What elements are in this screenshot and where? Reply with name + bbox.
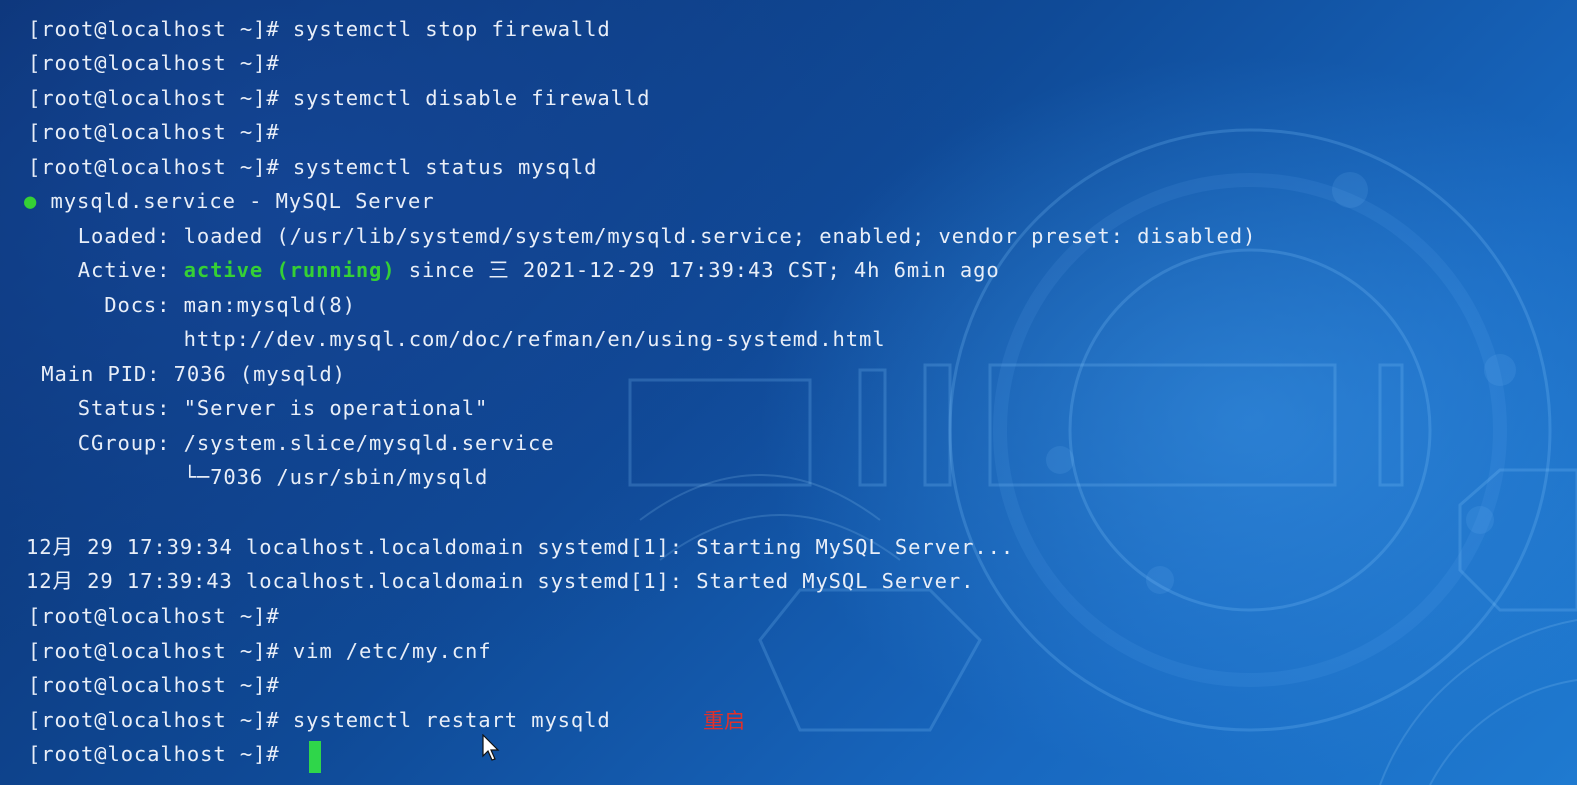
loaded-line: Loaded: loaded (/usr/lib/systemd/system/… xyxy=(38,224,1257,248)
restart-annotation: 重启 xyxy=(703,709,745,733)
terminal-line-20: [root@localhost ~]# systemctl restart my… xyxy=(28,708,611,732)
green-status-dot-icon: ● xyxy=(24,189,38,213)
log-line-2: 12月 29 17:39:43 localhost.localdomain sy… xyxy=(26,569,975,593)
terminal-line-17: [root@localhost ~]# xyxy=(28,604,280,628)
active-state: active (running) xyxy=(183,258,396,282)
terminal-prompt-line[interactable]: [root@localhost ~]# xyxy=(28,741,293,767)
service-header-text: mysqld.service - MySQL Server xyxy=(50,189,435,213)
terminal-line-2: [root@localhost ~]# xyxy=(28,51,280,75)
terminal-line-1: [root@localhost ~]# systemctl stop firew… xyxy=(28,17,611,41)
status-line: Status: "Server is operational" xyxy=(38,396,489,420)
cgroup-process-line: └─7036 /usr/sbin/mysqld xyxy=(38,465,489,489)
terminal-line-19: [root@localhost ~]# xyxy=(28,673,280,697)
active-line: Active: active (running) since 三 2021-12… xyxy=(38,257,1000,283)
active-since: since 三 2021-12-29 17:39:43 CST; 4h 6min… xyxy=(395,258,1000,282)
service-header-line: ● mysqld.service - MySQL Server xyxy=(24,188,435,214)
terminal-window[interactable]: [root@localhost ~]# systemctl stop firew… xyxy=(0,0,1577,785)
docs-url-line: http://dev.mysql.com/doc/refman/en/using… xyxy=(38,327,886,351)
terminal-line-18: [root@localhost ~]# vim /etc/my.cnf xyxy=(28,639,492,663)
terminal-line-4: [root@localhost ~]# xyxy=(28,120,280,144)
log-line-1: 12月 29 17:39:34 localhost.localdomain sy… xyxy=(26,535,1015,559)
terminal-line-5: [root@localhost ~]# systemctl status mys… xyxy=(28,155,598,179)
cgroup-line: CGroup: /system.slice/mysqld.service xyxy=(38,431,555,455)
main-pid-line: Main PID: 7036 (mysqld) xyxy=(28,362,346,386)
mouse-pointer-icon xyxy=(482,734,500,761)
docs-line: Docs: man:mysqld(8) xyxy=(38,293,356,317)
active-label: Active: xyxy=(38,258,184,282)
terminal-line-3: [root@localhost ~]# systemctl disable fi… xyxy=(28,86,651,110)
text-cursor xyxy=(309,741,321,773)
